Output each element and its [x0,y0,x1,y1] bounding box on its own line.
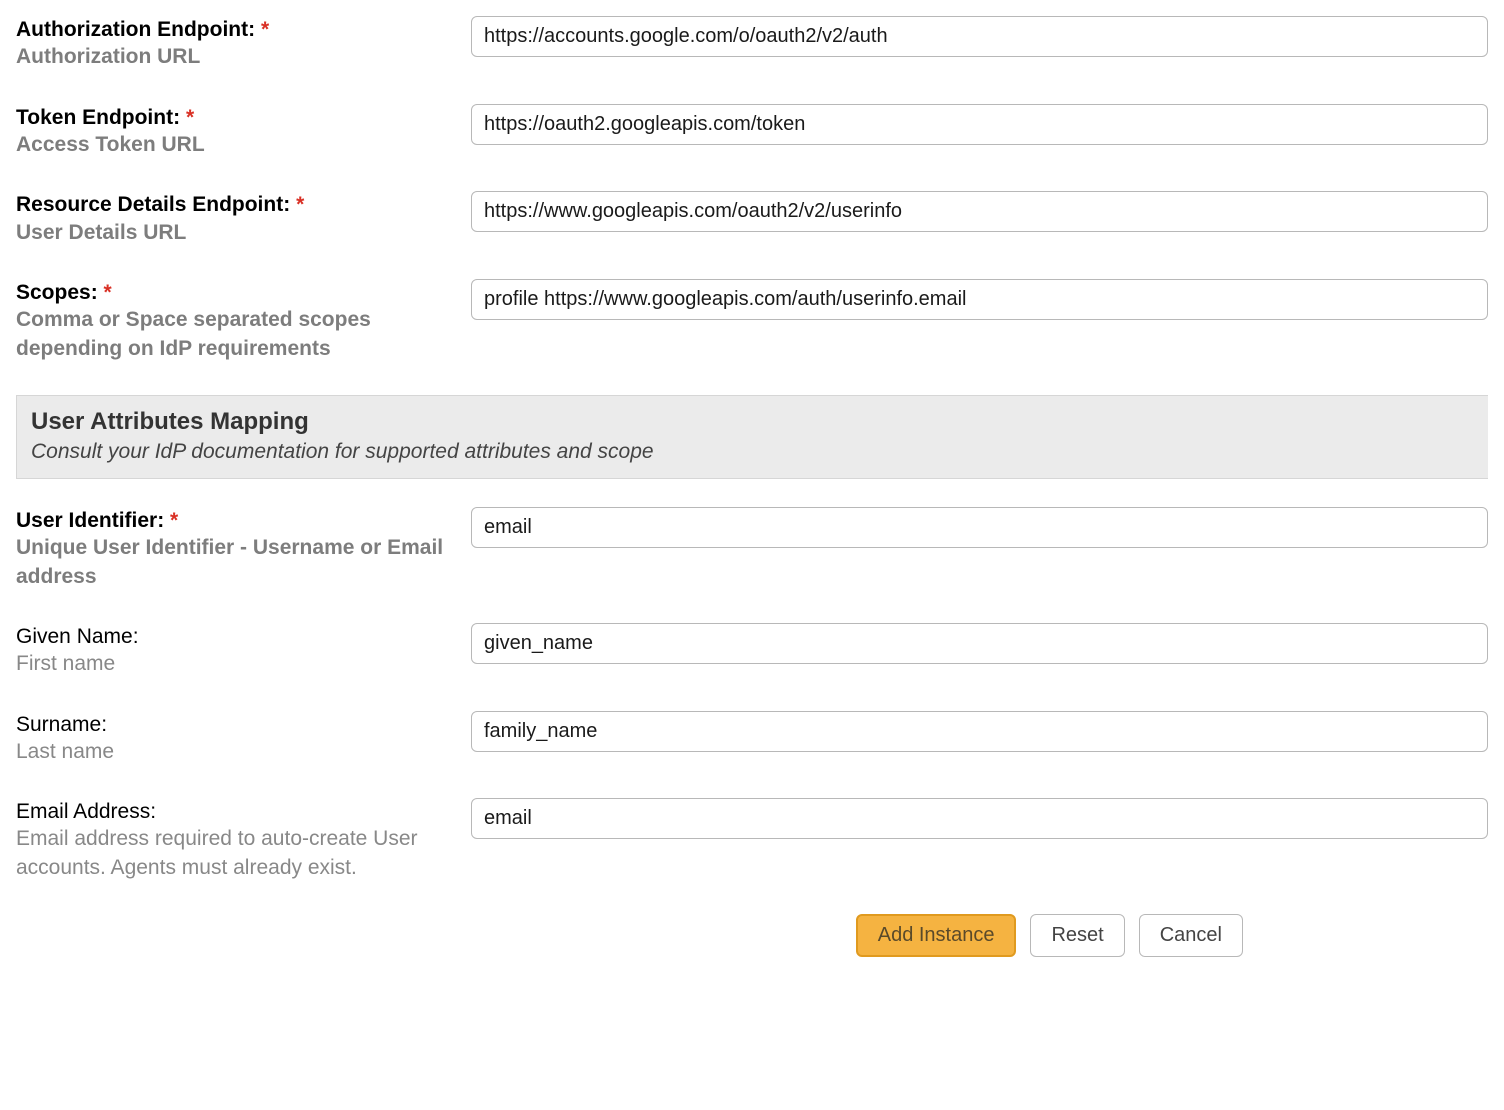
auth-endpoint-input[interactable] [471,16,1488,57]
section-sub: Consult your IdP documentation for suppo… [31,440,1474,464]
surname-sub: Last name [16,738,451,766]
given-name-sub: First name [16,650,451,678]
scopes-row: Scopes: * Comma or Space separated scope… [16,279,1488,363]
required-mark: * [170,509,178,532]
section-header: User Attributes Mapping Consult your IdP… [16,395,1488,479]
scopes-label-col: Scopes: * Comma or Space separated scope… [16,279,471,363]
resource-endpoint-input-col [471,191,1488,232]
token-endpoint-label-col: Token Endpoint: * Access Token URL [16,104,471,160]
user-identifier-row: User Identifier: * Unique User Identifie… [16,507,1488,591]
given-name-label-col: Given Name: First name [16,623,471,679]
add-instance-button[interactable]: Add Instance [856,914,1017,957]
resource-endpoint-row: Resource Details Endpoint: * User Detail… [16,191,1488,247]
given-name-row: Given Name: First name [16,623,1488,679]
scopes-sub: Comma or Space separated scopes dependin… [16,306,451,363]
required-mark: * [296,193,304,216]
surname-label: Surname: [16,711,451,738]
user-identifier-label-col: User Identifier: * Unique User Identifie… [16,507,471,591]
resource-endpoint-label-col: Resource Details Endpoint: * User Detail… [16,191,471,247]
resource-endpoint-sub: User Details URL [16,219,451,247]
token-endpoint-input[interactable] [471,104,1488,145]
given-name-input[interactable] [471,623,1488,664]
token-endpoint-row: Token Endpoint: * Access Token URL [16,104,1488,160]
auth-endpoint-label-col: Authorization Endpoint: * Authorization … [16,16,471,72]
surname-row: Surname: Last name [16,711,1488,767]
surname-input[interactable] [471,711,1488,752]
scopes-input-col [471,279,1488,320]
section-title: User Attributes Mapping [31,408,1474,436]
token-endpoint-sub: Access Token URL [16,131,451,159]
surname-label-col: Surname: Last name [16,711,471,767]
cancel-button[interactable]: Cancel [1139,914,1243,957]
resource-endpoint-input[interactable] [471,191,1488,232]
email-address-label: Email Address: [16,798,451,825]
given-name-input-col [471,623,1488,664]
resource-endpoint-label: Resource Details Endpoint: * [16,191,451,218]
given-name-label: Given Name: [16,623,451,650]
email-address-row: Email Address: Email address required to… [16,798,1488,882]
user-identifier-input[interactable] [471,507,1488,548]
auth-endpoint-row: Authorization Endpoint: * Authorization … [16,16,1488,72]
email-address-label-col: Email Address: Email address required to… [16,798,471,882]
token-endpoint-label: Token Endpoint: * [16,104,451,131]
required-mark: * [104,281,112,304]
email-address-sub: Email address required to auto-create Us… [16,825,451,882]
required-mark: * [261,18,269,41]
auth-endpoint-label: Authorization Endpoint: * [16,16,451,43]
auth-endpoint-input-col [471,16,1488,57]
auth-endpoint-sub: Authorization URL [16,43,451,71]
user-identifier-label: User Identifier: * [16,507,451,534]
token-endpoint-input-col [471,104,1488,145]
scopes-label: Scopes: * [16,279,451,306]
email-address-input-col [471,798,1488,839]
surname-input-col [471,711,1488,752]
user-identifier-sub: Unique User Identifier - Username or Ema… [16,534,451,591]
button-row: Add Instance Reset Cancel [16,914,1488,957]
scopes-input[interactable] [471,279,1488,320]
email-address-input[interactable] [471,798,1488,839]
user-identifier-input-col [471,507,1488,548]
reset-button[interactable]: Reset [1030,914,1124,957]
required-mark: * [186,106,194,129]
